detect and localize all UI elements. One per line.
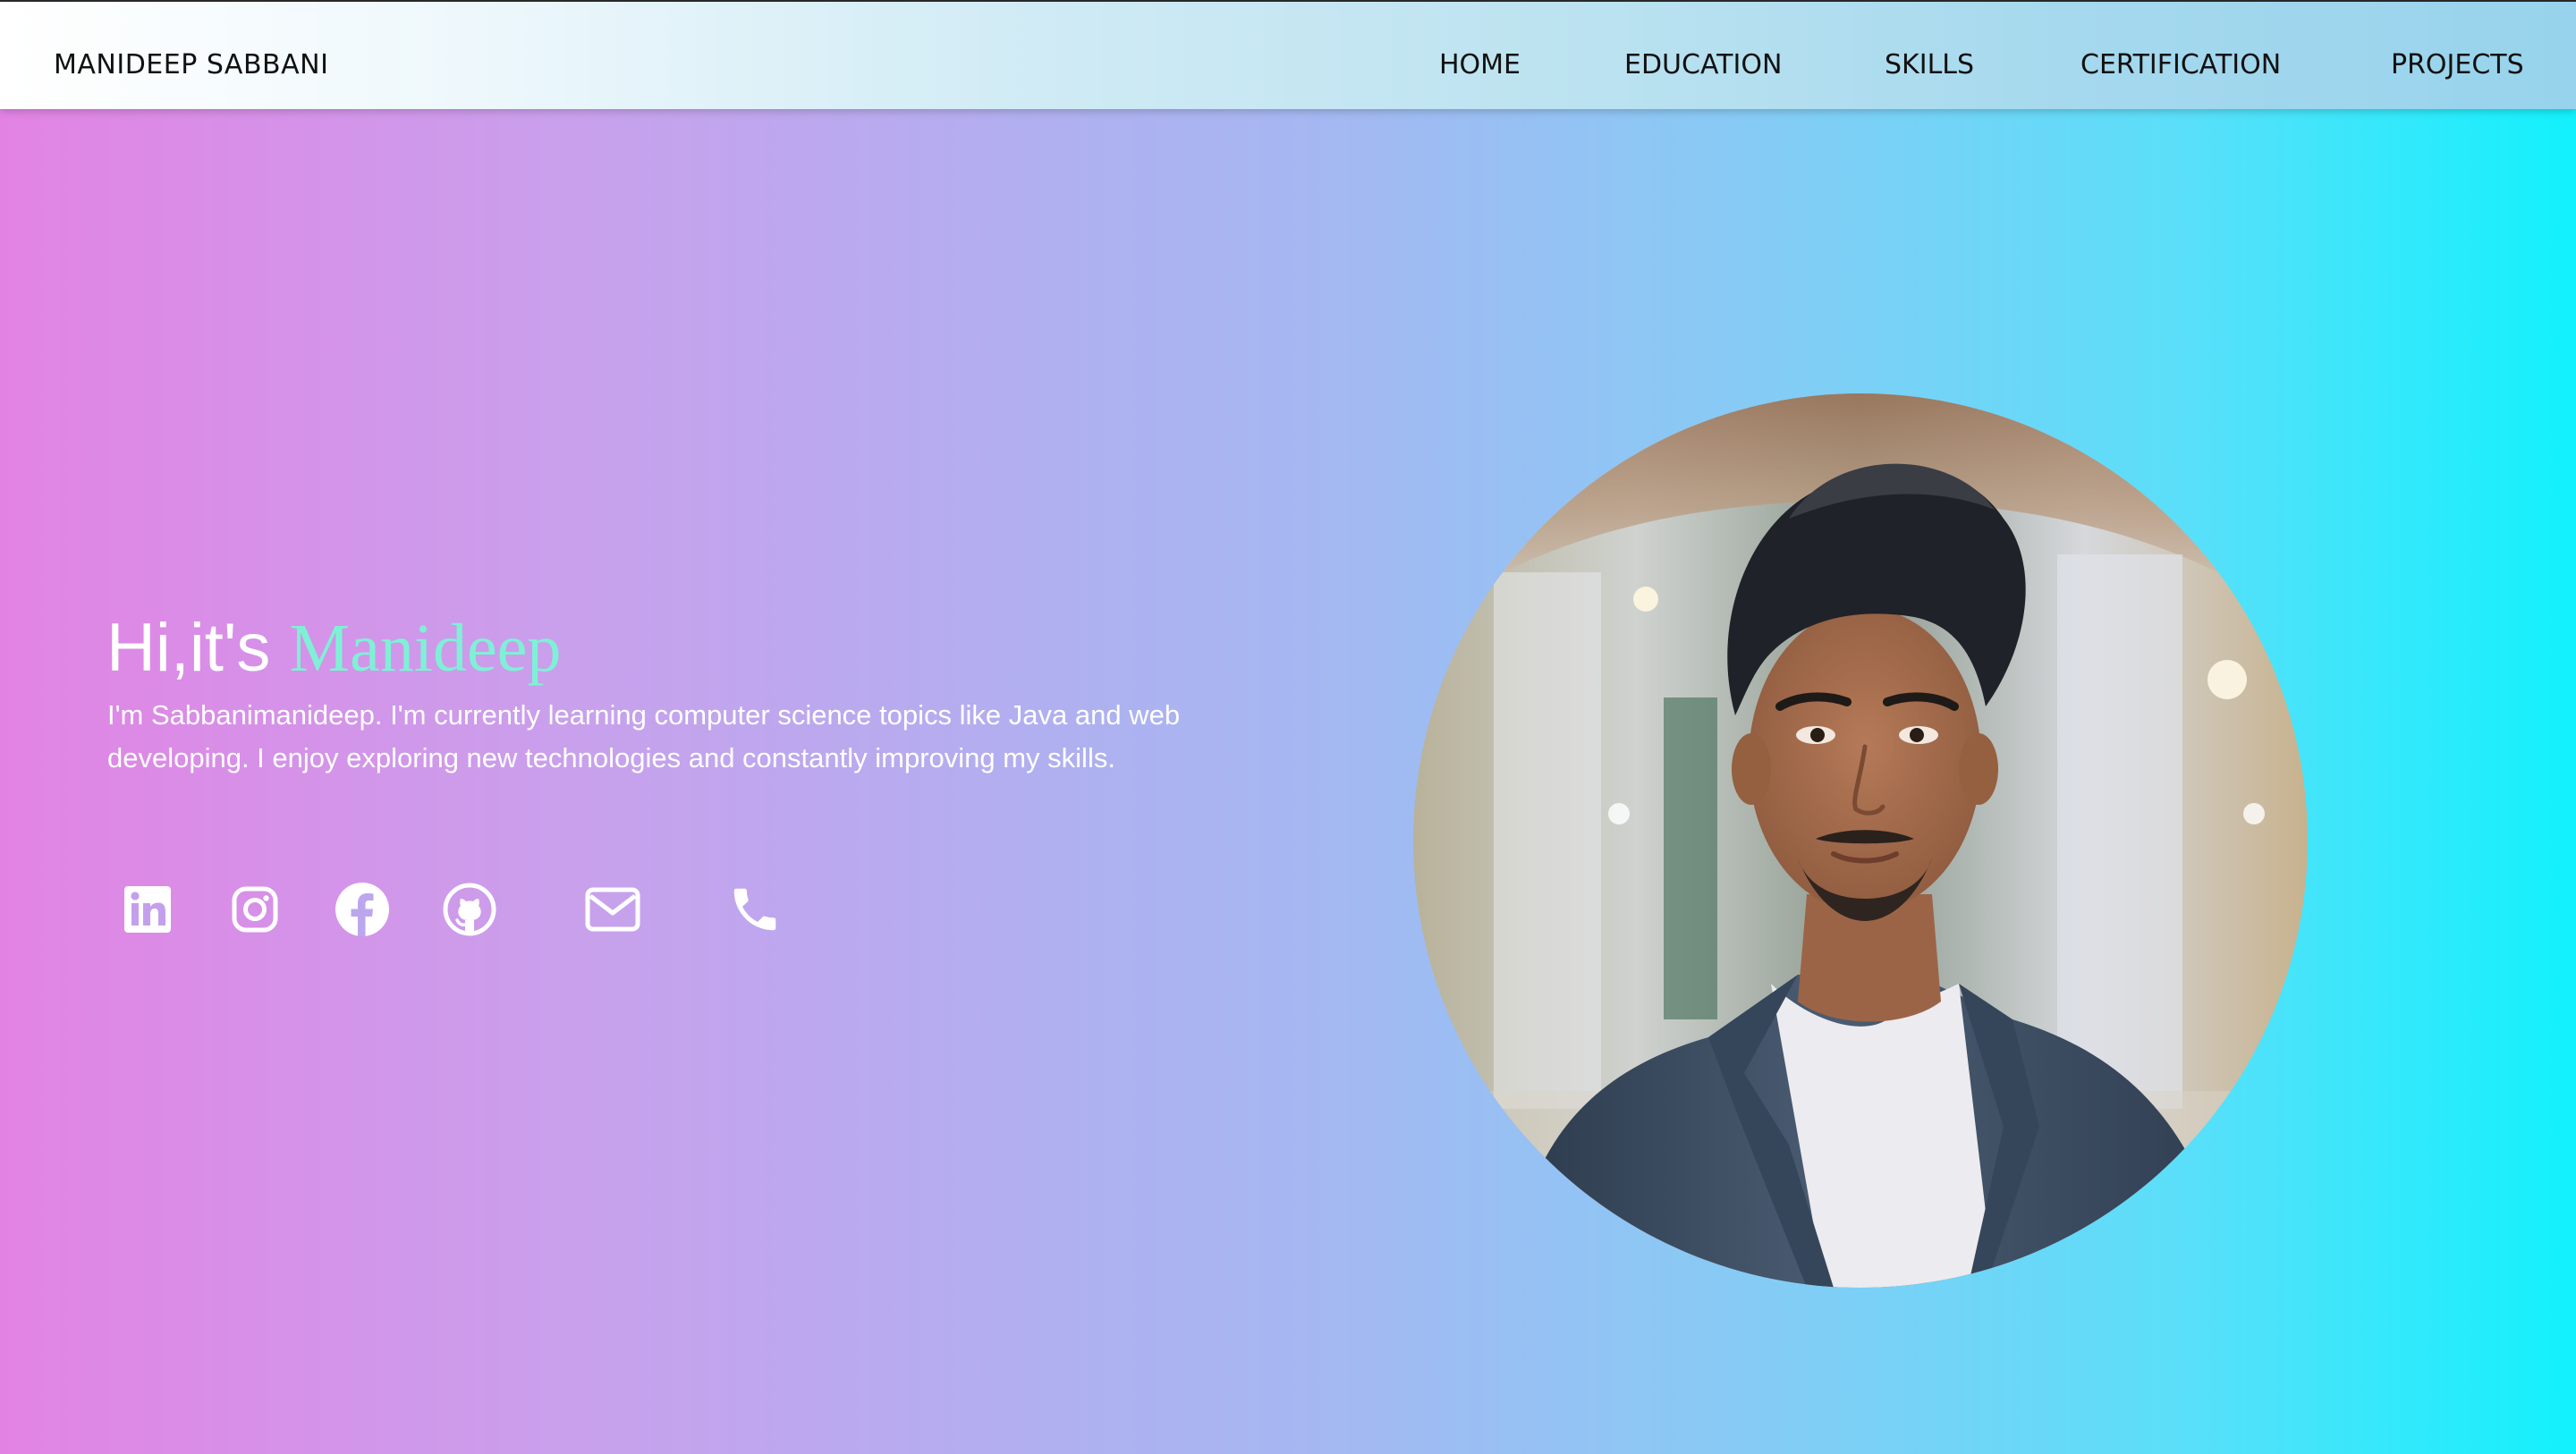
nav-link-certification[interactable]: CERTIFICATION: [2080, 48, 2281, 82]
nav-link-home[interactable]: HOME: [1439, 48, 1521, 82]
portrait-illustration: [1413, 393, 2308, 1288]
github-link[interactable]: [438, 878, 501, 941]
nav-link-education[interactable]: EDUCATION: [1624, 48, 1782, 82]
linkedin-icon: [124, 886, 171, 933]
hero-description: I'm Sabbanimanideep. I'm currently learn…: [107, 699, 1181, 773]
hero-greeting: Hi,it's: [106, 610, 290, 686]
email-link[interactable]: [581, 878, 644, 941]
github-icon: [443, 883, 496, 936]
mail-icon: [585, 887, 640, 932]
instagram-icon: [232, 886, 278, 933]
facebook-icon: [335, 883, 389, 936]
nav-link-skills[interactable]: SKILLS: [1885, 48, 1974, 82]
hero-name: Manideep: [289, 611, 562, 686]
phone-icon: [733, 888, 776, 931]
profile-photo: [1413, 393, 2308, 1288]
brand-name[interactable]: MANIDEEP SABBANI: [54, 48, 328, 82]
facebook-link[interactable]: [331, 878, 394, 941]
linkedin-link[interactable]: [116, 878, 179, 941]
hero-title: Hi,it's Manideep: [106, 608, 561, 689]
instagram-link[interactable]: [224, 878, 286, 941]
navbar: MANIDEEP SABBANI HOME EDUCATION SKILLS C…: [0, 2, 2576, 109]
phone-link[interactable]: [724, 878, 786, 941]
nav-link-projects[interactable]: PROJECTS: [2391, 48, 2524, 82]
